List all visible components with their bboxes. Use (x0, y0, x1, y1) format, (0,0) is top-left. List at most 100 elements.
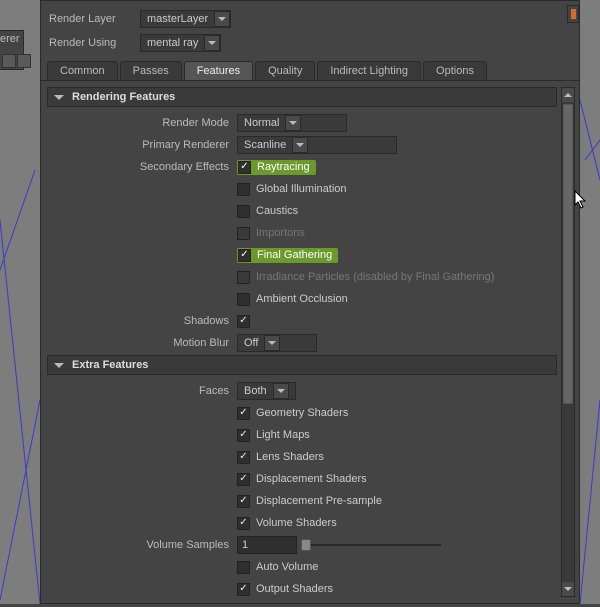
final-gathering-label: Final Gathering (257, 249, 332, 261)
volume-samples-slider[interactable] (301, 538, 441, 552)
displacement-pre-sample-label: Displacement Pre-sample (256, 495, 382, 507)
ambient-occlusion-row: Ambient Occlusion (47, 289, 557, 309)
output-shaders-checkbox[interactable] (237, 583, 250, 596)
chevron-down-icon[interactable] (214, 11, 230, 27)
chevron-down-icon[interactable] (273, 383, 289, 399)
render-layer-row: Render Layer masterLayer (49, 7, 571, 31)
render-using-value: mental ray (147, 37, 198, 49)
render-mode-dropdown[interactable]: Normal (237, 114, 347, 132)
volume-samples-field[interactable]: 1 (237, 536, 297, 554)
collapse-triangle-icon (54, 95, 64, 105)
light-maps-check-wrap: Light Maps (237, 429, 310, 442)
tool-icon[interactable] (17, 54, 31, 68)
render-using-label: Render Using (49, 37, 134, 49)
chevron-down-icon[interactable] (292, 137, 308, 153)
slider-track (301, 544, 441, 546)
scroll-down-arrow-icon[interactable] (562, 582, 574, 596)
irradiance-particles-disabled-by-final-gathering-row: Irradiance Particles (disabled by Final … (47, 267, 557, 287)
tab-label: Indirect Lighting (330, 65, 408, 77)
caustics-row: Caustics (47, 201, 557, 221)
raytracing-checkbox[interactable] (238, 161, 251, 174)
ambient-occlusion-checkbox[interactable] (237, 293, 250, 306)
raytracing-group-label: Secondary Effects (47, 161, 237, 173)
importons-check-wrap: Importons (237, 227, 305, 240)
faces-row: Faces Both (47, 381, 557, 401)
panel-indicator-icon (567, 5, 579, 23)
geometry-shaders-checkbox[interactable] (237, 407, 250, 420)
auto-volume-label: Auto Volume (256, 561, 318, 573)
importons-label: Importons (256, 227, 305, 239)
final-gathering-check-wrap: Final Gathering (237, 248, 338, 263)
raytracing-check-wrap: Raytracing (237, 160, 316, 175)
importons-row: Importons (47, 223, 557, 243)
displacement-shaders-label: Displacement Shaders (256, 473, 367, 485)
motion-blur-value: Off (244, 337, 258, 349)
tab-common[interactable]: Common (47, 61, 118, 80)
global-illumination-checkbox[interactable] (237, 183, 250, 196)
irradiance-particles-disabled-by-final-gathering-checkbox (237, 271, 250, 284)
scroll-thumb[interactable] (563, 104, 573, 404)
shadows-checkbox[interactable] (237, 315, 250, 328)
chevron-down-icon[interactable] (204, 35, 220, 51)
render-layer-label: Render Layer (49, 13, 134, 25)
render-mode-label: Render Mode (47, 117, 237, 129)
motion-blur-dropdown[interactable]: Off (237, 334, 317, 352)
tab-quality[interactable]: Quality (255, 61, 315, 80)
displacement-pre-sample-checkbox[interactable] (237, 495, 250, 508)
caustics-check-wrap: Caustics (237, 205, 298, 218)
tab-features[interactable]: Features (184, 61, 253, 80)
lens-shaders-checkbox[interactable] (237, 451, 250, 464)
section-rendering-features[interactable]: Rendering Features (47, 87, 557, 107)
tab-bar: Common Passes Features Quality Indirect … (41, 59, 579, 81)
volume-samples-row: Volume Samples 1 (47, 535, 557, 555)
scroll-up-arrow-icon[interactable] (562, 88, 574, 102)
faces-value: Both (244, 385, 267, 397)
auto-volume-checkbox[interactable] (237, 561, 250, 574)
scrollbar[interactable] (561, 87, 575, 597)
tab-label: Features (197, 65, 240, 77)
raytracing-label: Raytracing (257, 161, 310, 173)
tab-label: Options (436, 65, 474, 77)
caustics-checkbox[interactable] (237, 205, 250, 218)
shadows-label: Shadows (47, 315, 237, 327)
global-illumination-label: Global Illumination (256, 183, 347, 195)
final-gathering-row: Final Gathering (47, 245, 557, 265)
render-layer-dropdown[interactable]: masterLayer (140, 10, 231, 28)
tool-icon[interactable] (2, 54, 16, 68)
volume-shaders-checkbox[interactable] (237, 517, 250, 530)
tab-options[interactable]: Options (423, 61, 487, 80)
faces-dropdown[interactable]: Both (237, 382, 296, 400)
output-shaders-label: Output Shaders (256, 583, 333, 595)
displacement-pre-sample-check-wrap: Displacement Pre-sample (237, 495, 382, 508)
slider-handle[interactable] (301, 539, 311, 551)
tab-passes[interactable]: Passes (120, 61, 182, 80)
displacement-shaders-check-wrap: Displacement Shaders (237, 473, 367, 486)
shadows-row: Shadows (47, 311, 557, 331)
lens-shaders-check-wrap: Lens Shaders (237, 451, 324, 464)
light-maps-label: Light Maps (256, 429, 310, 441)
light-maps-checkbox[interactable] (237, 429, 250, 442)
volume-shaders-label: Volume Shaders (256, 517, 337, 529)
primary-renderer-row: Primary Renderer Scanline (47, 135, 557, 155)
tab-indirect-lighting[interactable]: Indirect Lighting (317, 61, 421, 80)
render-using-dropdown[interactable]: mental ray (140, 34, 221, 52)
displacement-shaders-checkbox[interactable] (237, 473, 250, 486)
primary-renderer-value: Scanline (244, 139, 286, 151)
displacement-pre-sample-row: Displacement Pre-sample (47, 491, 557, 511)
auto-volume-check-wrap: Auto Volume (237, 561, 318, 574)
section-title: Rendering Features (72, 91, 175, 103)
left-panel-icons (0, 54, 40, 72)
chevron-down-icon[interactable] (285, 115, 301, 131)
render-mode-row: Render Mode Normal (47, 113, 557, 133)
final-gathering-checkbox[interactable] (238, 249, 251, 262)
raytracing-row: Secondary Effects Raytracing (47, 157, 557, 177)
chevron-down-icon[interactable] (264, 335, 280, 351)
irradiance-particles-disabled-by-final-gathering-label: Irradiance Particles (disabled by Final … (256, 271, 494, 283)
primary-renderer-dropdown[interactable]: Scanline (237, 136, 397, 154)
lens-shaders-label: Lens Shaders (256, 451, 324, 463)
tab-label: Common (60, 65, 105, 77)
ambient-occlusion-check-wrap: Ambient Occlusion (237, 293, 348, 306)
motion-blur-label: Motion Blur (47, 337, 237, 349)
volume-shaders-row: Volume Shaders (47, 513, 557, 533)
section-extra-features[interactable]: Extra Features (47, 355, 557, 375)
